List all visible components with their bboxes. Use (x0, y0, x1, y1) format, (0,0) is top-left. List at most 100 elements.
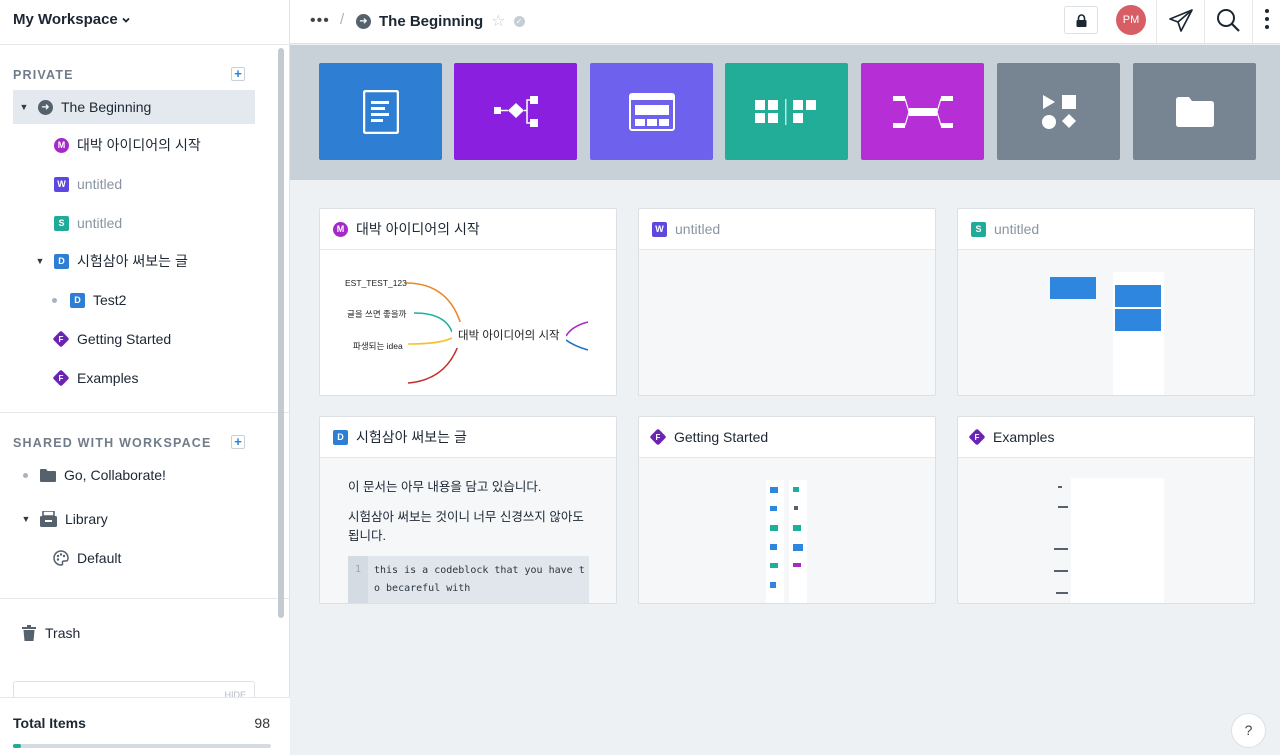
preview-block (770, 544, 777, 550)
add-shared-item-button[interactable]: + (231, 435, 245, 449)
new-document-tile[interactable] (319, 63, 442, 160)
card-title: untitled (994, 221, 1040, 237)
badge-letter: F (974, 432, 980, 442)
mindmap-node: 파생되는 idea (353, 341, 403, 351)
breadcrumb: ➜ The Beginning ☆ ✓ (356, 11, 525, 31)
sidebar-item-go-collaborate[interactable]: Go, Collaborate! (13, 458, 255, 492)
star-icon[interactable]: ☆ (491, 11, 505, 31)
sidebar-item-default[interactable]: Default (13, 541, 255, 575)
new-wireframe-tile[interactable] (590, 63, 713, 160)
sidebar-item-trash[interactable]: Trash (22, 625, 80, 641)
workspace-name: My Workspace (13, 11, 118, 28)
card-header: F Getting Started (639, 417, 935, 458)
card-title: untitled (675, 221, 721, 237)
preview-block (794, 506, 798, 510)
card-title: 대박 아이디어의 시작 (356, 221, 480, 237)
trash-label: Trash (45, 625, 81, 641)
card-mindmap[interactable]: M 대박 아이디어의 시작 EST_TEST_123 글을 쓰면 좋을까 파생되… (319, 208, 617, 396)
new-sitemap-tile[interactable] (725, 63, 848, 160)
private-section-title: PRIVATE (13, 68, 74, 82)
sidebar-scrollbar[interactable] (278, 48, 284, 618)
card-title: 시험삼아 써보는 글 (356, 429, 467, 445)
bullet-icon (23, 472, 28, 478)
flowchart-preview (639, 458, 935, 603)
lock-button[interactable] (1064, 6, 1098, 34)
sidebar-item-getting-started[interactable]: F Getting Started (13, 322, 255, 356)
avatar[interactable]: PM (1116, 5, 1146, 35)
sitemap-node (1050, 277, 1096, 299)
preview-mark (1054, 548, 1068, 550)
flowchart-badge-icon: F (52, 369, 70, 387)
wireframe-badge-icon: W (54, 176, 69, 192)
sidebar-item-label: The Beginning (61, 99, 152, 115)
document-icon (362, 89, 399, 134)
card-examples[interactable]: F Examples (957, 416, 1255, 604)
sidebar-item-examples[interactable]: F Examples (13, 361, 255, 395)
search-icon (1217, 9, 1240, 32)
preview-block (770, 506, 777, 511)
divider (0, 412, 290, 413)
sitemap-node (1115, 285, 1161, 307)
workspace-switcher[interactable]: My Workspace (13, 11, 131, 28)
paper-plane-icon (1169, 9, 1193, 32)
mindmap-preview: EST_TEST_123 글을 쓰면 좋을까 파생되는 idea 대박 아이디어… (320, 250, 616, 395)
sidebar-item-library[interactable]: ▼ Library (13, 502, 255, 536)
more-breadcrumb-button[interactable]: ••• (310, 12, 330, 30)
new-shapes-tile[interactable] (997, 63, 1120, 160)
sidebar-item-test2[interactable]: D Test2 (13, 283, 255, 317)
sidebar-item-label: Library (65, 511, 108, 527)
sidebar-item-label: untitled (77, 215, 123, 231)
card-sitemap[interactable]: S untitled (957, 208, 1255, 396)
document-paragraph: 시험삼아 써보는 것이니 너무 신경쓰지 않아도 됩니다. (348, 510, 584, 543)
sidebar-item-label: untitled (77, 176, 123, 192)
shapes-icon (1041, 94, 1076, 129)
folder-icon (1175, 96, 1214, 127)
card-header: F Examples (958, 417, 1254, 458)
help-button[interactable]: ? (1231, 713, 1266, 748)
new-folder-tile[interactable] (1133, 63, 1256, 160)
sidebar-item-document[interactable]: ▼ D 시험삼아 써보는 글 (13, 244, 255, 278)
mindmap-node: EST_TEST_123 (345, 278, 407, 288)
total-items-label: Total Items (13, 715, 86, 731)
mindmap-badge-icon: M (333, 221, 348, 237)
sidebar-item-label: 대박 아이디어의 시작 (77, 137, 201, 153)
new-flowchart-tile[interactable] (454, 63, 577, 160)
card-getting-started[interactable]: F Getting Started (638, 416, 936, 604)
add-private-item-button[interactable]: + (231, 67, 245, 81)
shared-section-title: SHARED WITH WORKSPACE (13, 436, 212, 450)
mindmap-node: 글을 쓰면 좋을까 (347, 309, 407, 319)
toolbar-divider (1156, 0, 1157, 44)
preview-block (793, 525, 801, 531)
code-block: 1 this is a codeblock that you have to b… (348, 556, 589, 603)
share-button[interactable] (1168, 8, 1194, 39)
caret-down-icon[interactable]: ▼ (35, 256, 45, 266)
library-box-icon (40, 511, 57, 527)
card-document[interactable]: D 시험삼아 써보는 글 이 문서는 아무 내용을 담고 있습니다. 시험삼아 … (319, 416, 617, 604)
preview-mark (1056, 592, 1068, 594)
caret-down-icon[interactable]: ▼ (19, 102, 29, 112)
new-mindmap-tile[interactable] (861, 63, 984, 160)
verified-check-icon: ✓ (513, 15, 525, 27)
top-bar: ••• / ➜ The Beginning ☆ ✓ PM (290, 0, 1280, 44)
wireframe-preview (639, 250, 935, 395)
total-items-panel: Total Items 98 (0, 697, 290, 755)
sidebar-item-mindmap[interactable]: M 대박 아이디어의 시작 (13, 128, 255, 162)
preview-mark (1058, 506, 1068, 508)
caret-down-icon[interactable]: ▼ (21, 514, 31, 524)
document-preview: 이 문서는 아무 내용을 담고 있습니다. 시험삼아 써보는 것이니 너무 신경… (320, 458, 616, 603)
preview-mark (1058, 486, 1062, 488)
chevron-down-icon (122, 17, 130, 23)
sidebar-item-wireframe[interactable]: W untitled (13, 167, 255, 201)
card-wireframe[interactable]: W untitled (638, 208, 936, 396)
card-header: W untitled (639, 209, 935, 250)
preview-column (1132, 478, 1164, 603)
divider (0, 44, 290, 45)
more-vertical-button[interactable] (1265, 9, 1271, 33)
sidebar-item-sitemap[interactable]: S untitled (13, 206, 255, 240)
search-button[interactable] (1216, 8, 1241, 38)
examples-preview (958, 458, 1254, 603)
sidebar-item-the-beginning[interactable]: ▼ ➜ The Beginning (13, 90, 255, 124)
card-title: Examples (993, 429, 1055, 445)
mindmap-center-node: 대박 아이디어의 시작 (452, 322, 566, 348)
lock-icon (1076, 14, 1087, 27)
